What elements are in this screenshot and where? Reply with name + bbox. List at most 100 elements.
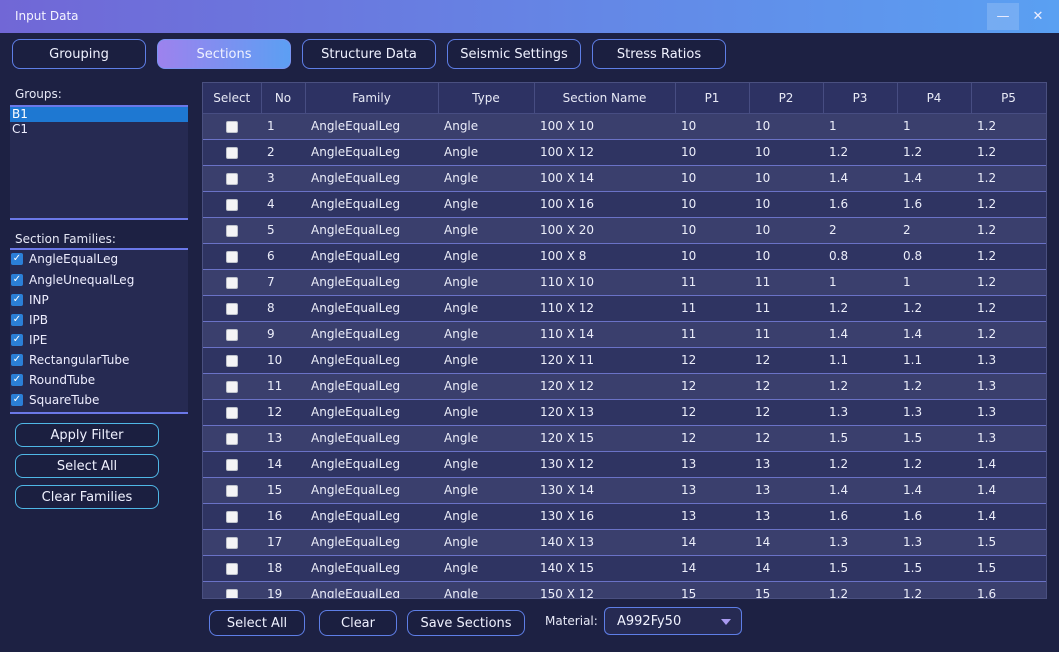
- cell-type[interactable]: Angle: [438, 425, 534, 452]
- cell-family[interactable]: AngleEqualLeg: [305, 373, 438, 400]
- table-row[interactable]: 6 AngleEqualLeg Angle 100 X 8 10 10 0.8 0.8 1.2: [203, 243, 1046, 270]
- cell-p4[interactable]: 1.4: [897, 165, 971, 192]
- checkbox-checked-icon[interactable]: ✓: [11, 293, 23, 306]
- cell-p4[interactable]: 1.2: [897, 295, 971, 322]
- cell-section-name[interactable]: 100 X 20: [534, 217, 675, 244]
- cell-section-name[interactable]: 120 X 15: [534, 425, 675, 452]
- checkbox-checked-icon[interactable]: ✓: [11, 333, 23, 346]
- select-cell[interactable]: [203, 477, 261, 504]
- row-checkbox[interactable]: [226, 562, 238, 575]
- cell-no[interactable]: 12: [261, 399, 305, 426]
- cell-section-name[interactable]: 110 X 10: [534, 269, 675, 296]
- cell-type[interactable]: Angle: [438, 321, 534, 348]
- cell-section-name[interactable]: 120 X 12: [534, 373, 675, 400]
- cell-p1[interactable]: 14: [675, 529, 749, 556]
- cell-p3[interactable]: 1.2: [823, 139, 897, 166]
- cell-p5[interactable]: 1.2: [971, 191, 1046, 218]
- row-checkbox[interactable]: [226, 224, 238, 237]
- cell-p2[interactable]: 10: [749, 165, 823, 192]
- clear-sections-button[interactable]: Clear: [319, 610, 397, 636]
- cell-p3[interactable]: 1.2: [823, 295, 897, 322]
- row-checkbox[interactable]: [226, 510, 238, 523]
- cell-p5[interactable]: 1.2: [971, 243, 1046, 270]
- cell-section-name[interactable]: 100 X 16: [534, 191, 675, 218]
- select-cell[interactable]: [203, 503, 261, 530]
- table-row[interactable]: 2 AngleEqualLeg Angle 100 X 12 10 10 1.2 1.2 1.2: [203, 139, 1046, 166]
- select-cell[interactable]: [203, 113, 261, 140]
- cell-p5[interactable]: 1.5: [971, 555, 1046, 582]
- checkbox-checked-icon[interactable]: ✓: [11, 393, 23, 406]
- table-row[interactable]: 17 AngleEqualLeg Angle 140 X 13 14 14 1.3 1.3 1.…: [203, 529, 1046, 556]
- column-header-family[interactable]: Family: [305, 83, 439, 114]
- cell-p1[interactable]: 12: [675, 373, 749, 400]
- row-checkbox[interactable]: [226, 198, 238, 211]
- row-checkbox[interactable]: [226, 354, 238, 367]
- clear-families-button[interactable]: Clear Families: [15, 485, 159, 509]
- cell-type[interactable]: Angle: [438, 503, 534, 530]
- row-checkbox[interactable]: [226, 276, 238, 289]
- select-cell[interactable]: [203, 295, 261, 322]
- family-item-roundtube[interactable]: ✓ RoundTube: [11, 370, 95, 389]
- table-row[interactable]: 10 AngleEqualLeg Angle 120 X 11 12 12 1.1 1.1 1.…: [203, 347, 1046, 374]
- material-select[interactable]: A992Fy50: [604, 607, 742, 635]
- cell-family[interactable]: AngleEqualLeg: [305, 425, 438, 452]
- cell-p2[interactable]: 10: [749, 113, 823, 140]
- cell-type[interactable]: Angle: [438, 451, 534, 478]
- cell-p4[interactable]: 1.1: [897, 347, 971, 374]
- cell-p4[interactable]: 1: [897, 269, 971, 296]
- select-cell[interactable]: [203, 165, 261, 192]
- cell-type[interactable]: Angle: [438, 373, 534, 400]
- column-header-no[interactable]: No: [261, 83, 306, 114]
- cell-family[interactable]: AngleEqualLeg: [305, 477, 438, 504]
- cell-p4[interactable]: 1.4: [897, 477, 971, 504]
- cell-section-name[interactable]: 150 X 12: [534, 581, 675, 598]
- cell-p4[interactable]: 1.6: [897, 503, 971, 530]
- cell-type[interactable]: Angle: [438, 243, 534, 270]
- column-header-section-name[interactable]: Section Name: [534, 83, 676, 114]
- cell-p2[interactable]: 13: [749, 477, 823, 504]
- row-checkbox[interactable]: [226, 328, 238, 341]
- apply-filter-button[interactable]: Apply Filter: [15, 423, 159, 447]
- cell-p1[interactable]: 14: [675, 555, 749, 582]
- cell-p1[interactable]: 11: [675, 321, 749, 348]
- tab-grouping[interactable]: Grouping: [12, 39, 146, 69]
- cell-section-name[interactable]: 100 X 14: [534, 165, 675, 192]
- select-cell[interactable]: [203, 347, 261, 374]
- row-checkbox[interactable]: [226, 302, 238, 315]
- cell-section-name[interactable]: 120 X 13: [534, 399, 675, 426]
- cell-no[interactable]: 6: [261, 243, 305, 270]
- cell-p1[interactable]: 10: [675, 217, 749, 244]
- cell-type[interactable]: Angle: [438, 399, 534, 426]
- table-row[interactable]: 1 AngleEqualLeg Angle 100 X 10 10 10 1 1 1.2: [203, 113, 1046, 140]
- cell-section-name[interactable]: 100 X 8: [534, 243, 675, 270]
- cell-family[interactable]: AngleEqualLeg: [305, 243, 438, 270]
- group-item-b1[interactable]: B1: [10, 107, 188, 122]
- cell-no[interactable]: 7: [261, 269, 305, 296]
- tab-stress-ratios[interactable]: Stress Ratios: [592, 39, 726, 69]
- cell-p2[interactable]: 10: [749, 217, 823, 244]
- column-header-p4[interactable]: P4: [897, 83, 972, 114]
- row-checkbox[interactable]: [226, 380, 238, 393]
- cell-p2[interactable]: 12: [749, 399, 823, 426]
- select-cell[interactable]: [203, 451, 261, 478]
- table-row[interactable]: 13 AngleEqualLeg Angle 120 X 15 12 12 1.5 1.5 1.…: [203, 425, 1046, 452]
- save-sections-button[interactable]: Save Sections: [407, 610, 525, 636]
- cell-p5[interactable]: 1.2: [971, 295, 1046, 322]
- cell-type[interactable]: Angle: [438, 477, 534, 504]
- select-all-families-button[interactable]: Select All: [15, 454, 159, 478]
- groups-list[interactable]: B1 C1: [10, 105, 188, 220]
- cell-no[interactable]: 18: [261, 555, 305, 582]
- cell-p3[interactable]: 1.2: [823, 451, 897, 478]
- cell-family[interactable]: AngleEqualLeg: [305, 139, 438, 166]
- cell-family[interactable]: AngleEqualLeg: [305, 529, 438, 556]
- table-row[interactable]: 4 AngleEqualLeg Angle 100 X 16 10 10 1.6 1.6 1.2: [203, 191, 1046, 218]
- cell-family[interactable]: AngleEqualLeg: [305, 451, 438, 478]
- select-cell[interactable]: [203, 399, 261, 426]
- table-row[interactable]: 5 AngleEqualLeg Angle 100 X 20 10 10 2 2 1.2: [203, 217, 1046, 244]
- cell-family[interactable]: AngleEqualLeg: [305, 113, 438, 140]
- cell-family[interactable]: AngleEqualLeg: [305, 555, 438, 582]
- column-header-p2[interactable]: P2: [749, 83, 824, 114]
- cell-p3[interactable]: 1: [823, 113, 897, 140]
- family-item-angleequalleg[interactable]: ✓ AngleEqualLeg: [11, 249, 118, 268]
- cell-family[interactable]: AngleEqualLeg: [305, 347, 438, 374]
